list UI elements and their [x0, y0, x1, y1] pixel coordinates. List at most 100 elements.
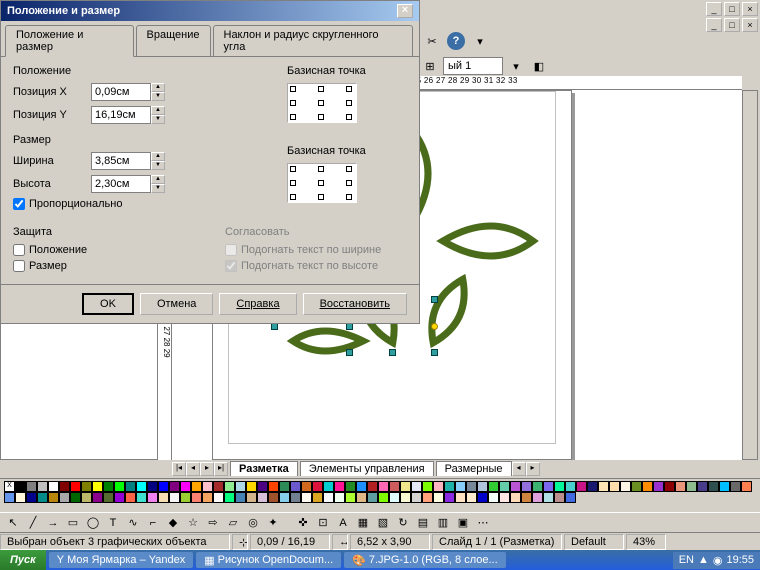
stars-icon[interactable]: ✦	[264, 514, 282, 532]
color-swatch[interactable]	[411, 481, 422, 492]
color-swatch[interactable]	[103, 492, 114, 503]
start-button[interactable]: Пуск	[0, 550, 46, 570]
color-swatch[interactable]	[301, 481, 312, 492]
selection-handle[interactable]	[431, 323, 438, 330]
taskbar-item-yandex[interactable]: YМоя Ярмарка – Yandex	[49, 552, 194, 568]
posx-input[interactable]	[91, 83, 151, 101]
dialog-titlebar[interactable]: Положение и размер ×	[1, 1, 419, 21]
color-swatch[interactable]	[378, 481, 389, 492]
color-swatch[interactable]	[587, 481, 598, 492]
arrange-icon[interactable]: ▥	[434, 514, 452, 532]
lang-indicator[interactable]: EN	[679, 554, 694, 566]
color-swatch[interactable]	[125, 492, 136, 503]
color-swatch[interactable]	[323, 492, 334, 503]
color-swatch[interactable]	[345, 481, 356, 492]
tray-icon[interactable]: ▲	[698, 554, 709, 566]
color-swatch[interactable]	[48, 492, 59, 503]
color-swatch[interactable]	[719, 481, 730, 492]
color-swatch[interactable]	[202, 481, 213, 492]
color-swatch[interactable]	[180, 481, 191, 492]
symbol-icon[interactable]: ☆	[184, 514, 202, 532]
align-icon[interactable]: ▤	[414, 514, 432, 532]
color-swatch[interactable]	[169, 492, 180, 503]
color-swatch[interactable]	[664, 481, 675, 492]
color-swatch[interactable]	[103, 481, 114, 492]
color-swatch[interactable]	[741, 481, 752, 492]
color-swatch[interactable]	[444, 492, 455, 503]
color-swatch[interactable]	[345, 492, 356, 503]
tab-slant[interactable]: Наклон и радиус скругленного угла	[213, 25, 414, 56]
basepoint-selector[interactable]	[287, 83, 357, 123]
color-swatch[interactable]	[477, 481, 488, 492]
selection-handle[interactable]	[431, 296, 438, 303]
color-swatch[interactable]	[400, 492, 411, 503]
color-swatch[interactable]	[565, 481, 576, 492]
color-swatch[interactable]	[367, 492, 378, 503]
glue-icon[interactable]: ⊞	[420, 56, 440, 76]
color-swatch[interactable]	[246, 492, 257, 503]
color-swatch[interactable]	[213, 492, 224, 503]
color-swatch[interactable]	[422, 492, 433, 503]
spin-up[interactable]: ▲	[151, 106, 165, 115]
color-swatch[interactable]	[532, 492, 543, 503]
text-icon[interactable]: T	[104, 514, 122, 532]
cancel-button[interactable]: Отмена	[140, 293, 213, 315]
cut-icon[interactable]: ✂	[422, 31, 442, 51]
color-swatch[interactable]	[202, 492, 213, 503]
color-swatch[interactable]	[224, 481, 235, 492]
tab-scroll-right[interactable]: ▸	[526, 462, 540, 476]
spin-down[interactable]: ▼	[151, 92, 165, 101]
layer-btn[interactable]: ◧	[529, 56, 549, 76]
tab-last[interactable]: ▸|	[214, 462, 228, 476]
basepoint2-selector[interactable]	[287, 163, 357, 203]
status-zoom[interactable]: 43%	[626, 534, 666, 550]
sheet-tab-dimensions[interactable]: Размерные	[436, 461, 512, 476]
color-swatch[interactable]	[279, 492, 290, 503]
doc-minimize-button[interactable]: _	[706, 18, 722, 32]
sheet-tab-layout[interactable]: Разметка	[230, 461, 298, 476]
tab-rotation[interactable]: Вращение	[136, 25, 211, 56]
fontwork-icon[interactable]: A	[334, 514, 352, 532]
color-swatch[interactable]	[708, 481, 719, 492]
color-swatch[interactable]	[290, 492, 301, 503]
ok-button[interactable]: OK	[82, 293, 134, 315]
color-swatch[interactable]	[488, 492, 499, 503]
color-swatch[interactable]	[400, 481, 411, 492]
dropdown-icon[interactable]: ▾	[470, 31, 490, 51]
color-swatch[interactable]	[444, 481, 455, 492]
color-swatch[interactable]	[466, 481, 477, 492]
color-swatch[interactable]	[356, 481, 367, 492]
color-swatch[interactable]	[488, 481, 499, 492]
color-swatch[interactable]	[455, 481, 466, 492]
color-swatch[interactable]	[554, 481, 565, 492]
color-swatch[interactable]	[59, 481, 70, 492]
color-swatch[interactable]	[147, 481, 158, 492]
spin-down[interactable]: ▼	[151, 115, 165, 124]
color-swatch[interactable]	[301, 492, 312, 503]
color-swatch[interactable]	[70, 492, 81, 503]
color-swatch[interactable]	[224, 492, 235, 503]
color-swatch[interactable]	[367, 481, 378, 492]
spin-up[interactable]: ▲	[151, 152, 165, 161]
reset-button[interactable]: Восстановить	[303, 293, 407, 315]
color-swatch[interactable]	[213, 481, 224, 492]
color-swatch[interactable]	[433, 481, 444, 492]
protect-size-checkbox[interactable]	[13, 260, 25, 272]
flowchart-icon[interactable]: ▱	[224, 514, 242, 532]
ellipse-icon[interactable]: ◯	[84, 514, 102, 532]
system-tray[interactable]: EN ▲ ◉ 19:55	[673, 552, 760, 569]
color-swatch[interactable]	[136, 481, 147, 492]
line-icon[interactable]: ╱	[24, 514, 42, 532]
color-swatch[interactable]	[26, 481, 37, 492]
shapes-icon[interactable]: ◆	[164, 514, 182, 532]
color-swatch[interactable]	[191, 492, 202, 503]
selection-handle[interactable]	[271, 323, 278, 330]
color-swatch[interactable]	[37, 481, 48, 492]
color-swatch[interactable]	[246, 481, 257, 492]
color-swatch[interactable]	[653, 481, 664, 492]
close-button[interactable]: ×	[742, 2, 758, 16]
close-icon[interactable]: ×	[397, 4, 413, 18]
color-swatch[interactable]	[125, 481, 136, 492]
color-swatch[interactable]	[642, 481, 653, 492]
color-swatch[interactable]	[543, 481, 554, 492]
